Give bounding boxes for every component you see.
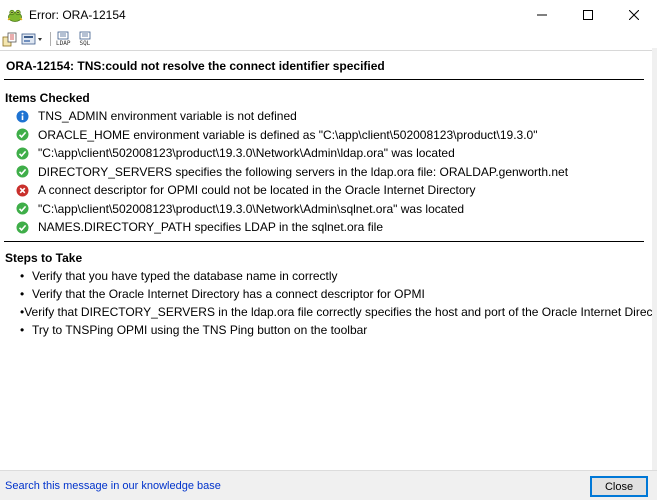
settings-dropdown-icon xyxy=(21,33,42,45)
step-item-text: Try to TNSPing OPMI using the TNS Ping b… xyxy=(32,323,368,337)
minimize-icon xyxy=(537,14,547,16)
step-item: • Verify that DIRECTORY_SERVERS in the l… xyxy=(20,303,657,321)
check-item-text: TNS_ADMIN environment variable is not de… xyxy=(38,109,297,124)
check-item: A connect descriptor for OPMI could not … xyxy=(16,181,646,200)
sql-label: SQL xyxy=(79,39,91,47)
step-item: • Verify that you have typed the databas… xyxy=(20,267,650,285)
ldap-button[interactable]: LDAP xyxy=(55,31,70,47)
check-item: "C:\app\client\502008123\product\19.3.0\… xyxy=(16,200,646,219)
settings-dropdown-button[interactable] xyxy=(21,31,45,47)
items-checked-list: TNS_ADMIN environment variable is not de… xyxy=(16,107,646,237)
close-icon xyxy=(629,10,639,20)
bullet-icon: • xyxy=(20,323,25,337)
items-checked-heading: Items Checked xyxy=(5,91,90,105)
minimize-button[interactable] xyxy=(519,0,565,30)
window-controls xyxy=(519,0,657,30)
close-window-button[interactable] xyxy=(611,0,657,30)
steps-list: • Verify that you have typed the databas… xyxy=(20,267,657,339)
divider xyxy=(4,241,644,242)
check-item: TNS_ADMIN environment variable is not de… xyxy=(16,107,646,126)
step-item-text: Verify that the Oracle Internet Director… xyxy=(32,287,425,301)
vertical-scrollbar[interactable] xyxy=(652,48,657,472)
toolbar-separator xyxy=(50,32,51,46)
maximize-icon xyxy=(583,10,593,20)
check-item-text: ORACLE_HOME environment variable is defi… xyxy=(38,127,538,142)
check-item-text: "C:\app\client\502008123\product\19.3.0\… xyxy=(38,201,465,216)
step-item: • Verify that the Oracle Internet Direct… xyxy=(20,285,650,303)
close-button[interactable]: Close xyxy=(590,476,648,497)
check-item-text: DIRECTORY_SERVERS specifies the followin… xyxy=(38,164,569,179)
bullet-icon: • xyxy=(20,287,25,301)
steps-heading: Steps to Take xyxy=(5,251,83,265)
divider xyxy=(4,79,644,80)
check-item: NAMES.DIRECTORY_PATH specifies LDAP in t… xyxy=(16,218,646,237)
cut-paste-button[interactable] xyxy=(2,31,18,47)
step-item: • Try to TNSPing OPMI using the TNS Ping… xyxy=(20,321,650,339)
maximize-button[interactable] xyxy=(565,0,611,30)
message-content: ORA-12154: TNS:could not resolve the con… xyxy=(0,50,657,470)
success-check-icon xyxy=(16,202,29,215)
success-check-icon xyxy=(16,165,29,178)
success-check-icon xyxy=(16,128,29,141)
knowledge-base-link[interactable]: Search this message in our knowledge bas… xyxy=(5,480,221,492)
step-item-text: Verify that DIRECTORY_SERVERS in the lda… xyxy=(24,305,657,319)
error-x-icon xyxy=(16,184,29,197)
check-item-text: A connect descriptor for OPMI could not … xyxy=(38,183,476,198)
sql-button[interactable]: SQL xyxy=(77,31,91,47)
error-heading: ORA-12154: TNS:could not resolve the con… xyxy=(6,59,385,73)
toad-app-icon xyxy=(7,9,23,22)
dialog-footer: Search this message in our knowledge bas… xyxy=(0,470,657,500)
step-item-text: Verify that you have typed the database … xyxy=(32,269,338,283)
check-item: ORACLE_HOME environment variable is defi… xyxy=(16,126,646,145)
bullet-icon: • xyxy=(20,269,25,283)
check-item-text: "C:\app\client\502008123\product\19.3.0\… xyxy=(38,146,455,161)
title-bar: Error: ORA-12154 xyxy=(0,0,657,30)
window-title: Error: ORA-12154 xyxy=(29,8,126,22)
info-icon xyxy=(16,110,29,123)
success-check-icon xyxy=(16,221,29,234)
ldap-label: LDAP xyxy=(56,39,71,47)
cut-paste-icon xyxy=(2,32,17,47)
check-item: "C:\app\client\502008123\product\19.3.0\… xyxy=(16,144,646,163)
success-check-icon xyxy=(16,147,29,160)
toolbar: LDAP SQL xyxy=(0,30,657,48)
check-item-text: NAMES.DIRECTORY_PATH specifies LDAP in t… xyxy=(38,220,384,235)
check-item: DIRECTORY_SERVERS specifies the followin… xyxy=(16,163,646,182)
